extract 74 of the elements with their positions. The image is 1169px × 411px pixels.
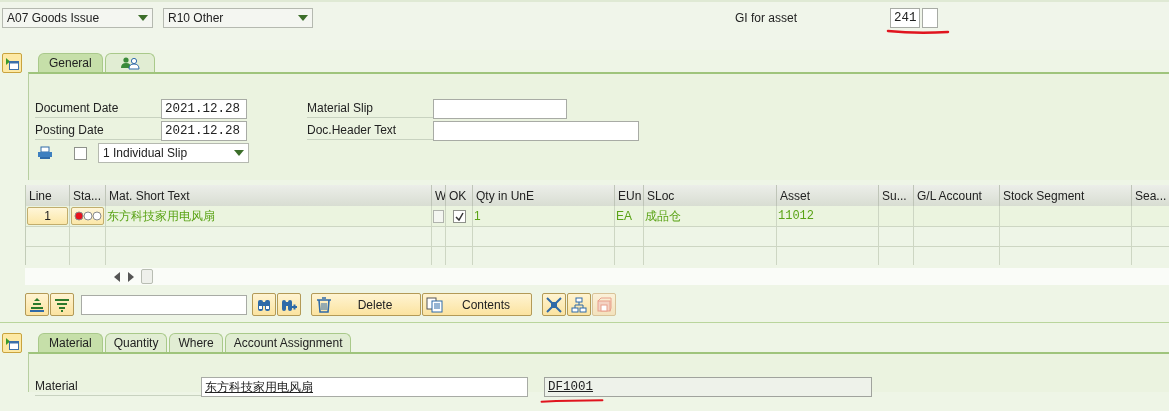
tab[interactable]: Material <box>38 333 103 352</box>
storage-icon <box>596 296 612 313</box>
row-button[interactable]: 1 <box>27 207 68 225</box>
align-top-button[interactable] <box>25 293 49 316</box>
table-cell: EA <box>615 206 644 227</box>
caret-icon <box>298 15 308 21</box>
input-field[interactable]: DF1001 <box>544 377 872 397</box>
filter-icon <box>54 296 70 313</box>
filter-button[interactable] <box>50 293 74 316</box>
input-field[interactable] <box>922 8 938 28</box>
hierarchy-icon <box>571 296 587 313</box>
input-field[interactable]: 241 <box>890 8 920 28</box>
documents-icon <box>426 296 444 313</box>
scroll-thumb[interactable] <box>141 269 153 284</box>
hierarchy-button[interactable] <box>567 293 591 316</box>
column-header: Mat. Short Text <box>106 185 432 206</box>
dropdown[interactable]: A07 Goods Issue <box>2 8 153 28</box>
column-header: Qty in UnE <box>473 185 615 206</box>
align-top-icon <box>29 296 45 313</box>
input-field[interactable] <box>81 294 247 315</box>
contents-button[interactable]: Contents <box>422 293 532 316</box>
scroll-right-icon[interactable] <box>127 271 135 282</box>
date-field[interactable]: 2021.12.28 <box>161 121 247 141</box>
caret-icon <box>234 150 244 156</box>
column-header: Sta... <box>70 185 106 206</box>
table-cell: 成品仓 <box>644 206 777 227</box>
checkbox[interactable] <box>452 209 466 223</box>
caret-icon <box>138 15 148 21</box>
table-cell <box>615 227 644 247</box>
table-cell <box>879 227 914 247</box>
column-header: Stock Segment <box>1000 185 1132 206</box>
field-label: GI for asset <box>735 10 799 25</box>
check-icon <box>454 211 464 221</box>
tab[interactable]: Where <box>169 333 223 352</box>
dropdown[interactable]: R10 Other <box>163 8 313 28</box>
expand-icon <box>546 296 562 313</box>
toggle-button[interactable] <box>2 53 22 73</box>
table-cell: 11012 <box>777 206 879 227</box>
users-icon <box>120 57 140 70</box>
column-header: SLoc <box>644 185 777 206</box>
table-cell <box>1132 206 1169 227</box>
input-field[interactable] <box>433 99 567 119</box>
input-field[interactable] <box>433 121 639 141</box>
checkbox[interactable] <box>74 146 87 160</box>
find-button[interactable] <box>252 293 276 316</box>
toggle-button[interactable] <box>2 333 22 353</box>
table-cell <box>879 206 914 227</box>
dropdown[interactable]: 1 Individual Slip <box>98 143 249 163</box>
expand-button[interactable] <box>542 293 566 316</box>
table-cell: 东方科技家用电风扇 <box>106 206 432 227</box>
column-header: Su... <box>879 185 914 206</box>
trash-icon <box>315 296 333 313</box>
column-header: G/L Account <box>914 185 1000 206</box>
printer-icon[interactable] <box>37 146 53 160</box>
status-button[interactable] <box>71 207 104 225</box>
screen-toggle-icon <box>6 337 19 350</box>
input-field[interactable]: 东方科技家用电风扇 <box>201 377 528 397</box>
tab[interactable]: Quantity <box>104 333 168 352</box>
column-header: EUn <box>615 185 644 206</box>
column-header: Asset <box>777 185 879 206</box>
delete-button[interactable]: Delete <box>311 293 421 316</box>
screen-toggle-icon <box>6 57 19 70</box>
column-header: Sea... <box>1132 185 1169 206</box>
date-field[interactable]: 2021.12.28 <box>161 99 247 119</box>
column-header: Line <box>26 185 70 206</box>
column-header: OK <box>446 185 473 206</box>
checkbox[interactable] <box>433 209 444 223</box>
table-cell: 1 <box>473 206 615 227</box>
traffic-light-icon <box>73 211 102 221</box>
find-next-button[interactable] <box>277 293 301 316</box>
scroll-left-icon[interactable] <box>113 271 121 282</box>
tab[interactable]: Account Assignment <box>224 333 352 352</box>
tab[interactable] <box>104 53 155 72</box>
tab[interactable]: General <box>38 53 103 72</box>
